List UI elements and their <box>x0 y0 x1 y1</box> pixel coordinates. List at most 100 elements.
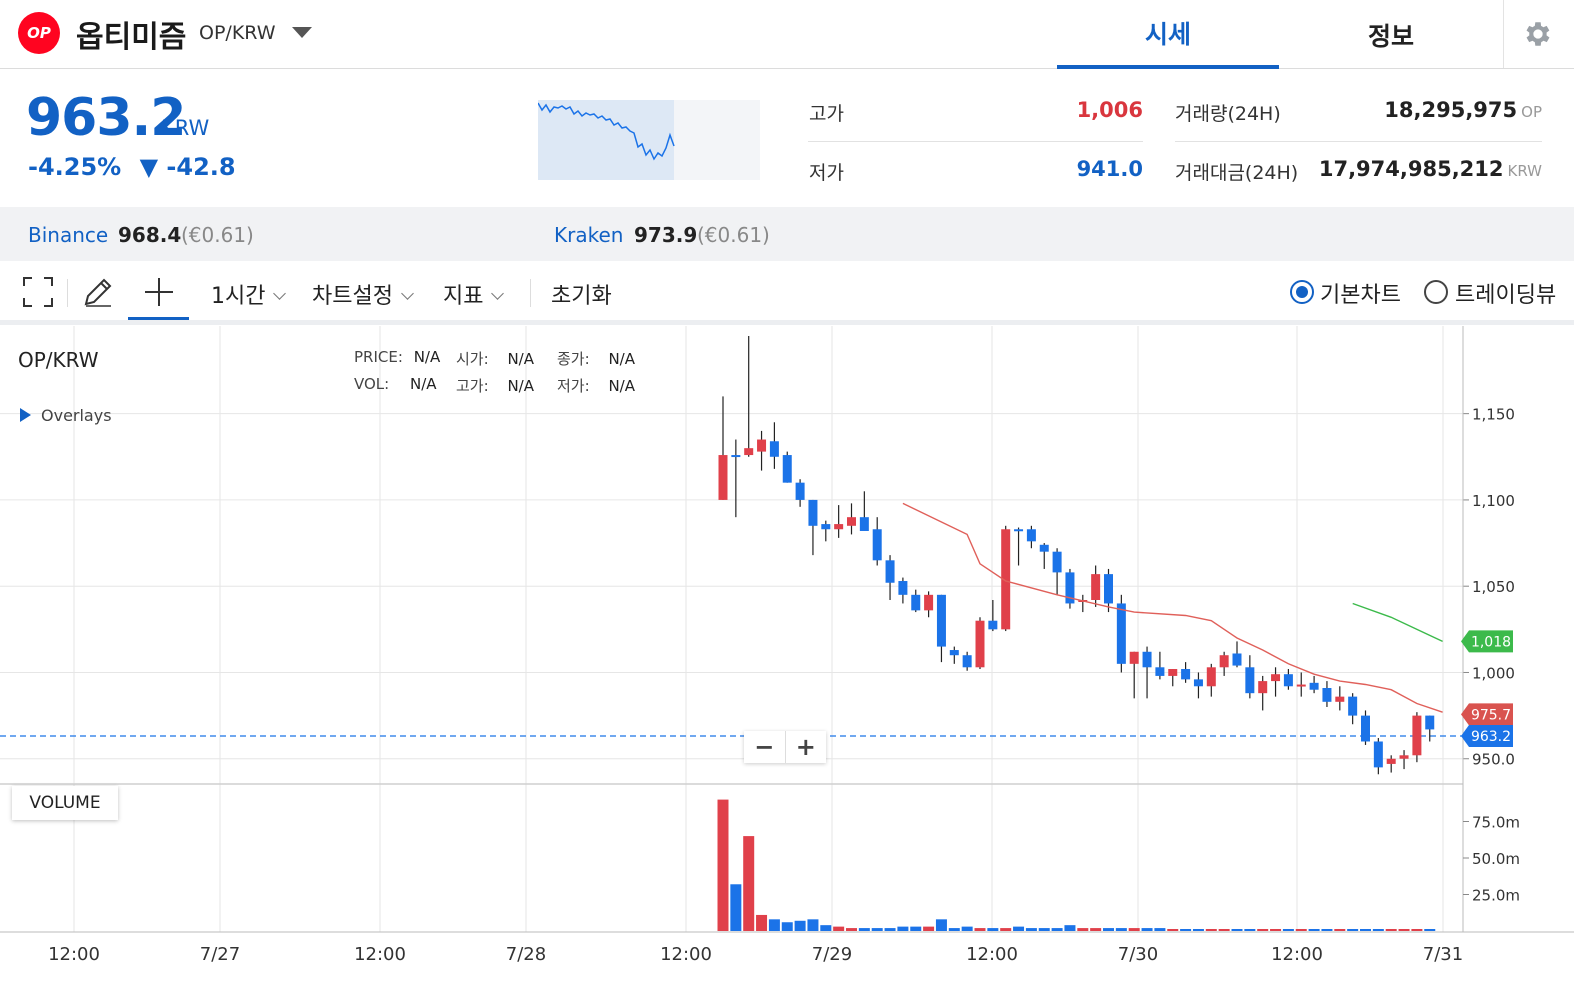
candle-body <box>975 620 985 668</box>
zoom-out-button[interactable]: − <box>744 731 785 763</box>
chart-settings-select[interactable]: 차트설정 <box>312 278 414 310</box>
high-label: 고가 <box>809 103 844 125</box>
volume-bar <box>846 928 857 931</box>
mini-price-chart <box>538 100 760 180</box>
low-label: 저가 <box>809 162 844 184</box>
candle-body <box>808 499 818 526</box>
volume-bar <box>820 925 832 931</box>
volume-bar <box>781 922 793 931</box>
volume-bar <box>1167 929 1179 931</box>
candle-body <box>1335 696 1345 702</box>
radio-tradingview[interactable] <box>1424 280 1448 304</box>
volume-label: 거래량(24H) <box>1175 103 1281 125</box>
candle-body <box>872 529 882 561</box>
volume-bar <box>923 926 935 931</box>
volume-bar <box>1372 929 1384 931</box>
volume-bar <box>1064 925 1076 931</box>
y-tick-label: 1,050 <box>1472 578 1515 596</box>
pencil-icon[interactable] <box>81 275 115 309</box>
pair-dropdown-icon[interactable] <box>292 27 312 38</box>
candle-body <box>1283 674 1293 687</box>
change-amount: ▼ -42.8 <box>139 153 236 181</box>
volume-bar <box>717 799 729 931</box>
legend-high: 고가: N/A <box>456 375 534 396</box>
volume-unit: OP <box>1521 103 1542 121</box>
legend-label: 종가: <box>557 350 590 368</box>
chart-area[interactable]: 12:00 7/27 12:00 7/28 12:00 7/29 12:00 7/30 12:0… <box>0 326 1574 982</box>
tab-price[interactable]: 시세 <box>1057 0 1279 69</box>
volume-bar <box>768 919 780 931</box>
volume-bar <box>1128 928 1140 931</box>
coin-logo: OP <box>18 12 60 54</box>
candle-body <box>1232 653 1242 666</box>
x-tick-label: 12:00 <box>966 944 1018 965</box>
radio-basic-chart[interactable] <box>1290 280 1314 304</box>
radio-tradingview-label[interactable]: 트레이딩뷰 <box>1455 277 1556 309</box>
candle-body <box>1014 529 1024 532</box>
divider <box>808 141 1143 142</box>
tab-info[interactable]: 정보 <box>1280 0 1502 69</box>
volume-number: 18,295,975 <box>1384 98 1518 122</box>
reset-button[interactable]: 초기화 <box>551 278 612 310</box>
chart-toolbar: 1시간 차트설정 지표 초기화 기본차트 트레이딩뷰 <box>0 261 1574 325</box>
radio-basic-chart-label[interactable]: 기본차트 <box>1320 277 1401 309</box>
crosshair-active-indicator <box>128 317 189 320</box>
volume-bar <box>1360 929 1371 931</box>
zoom-controls: − + <box>744 731 826 763</box>
legend-close: 종가: N/A <box>557 348 635 369</box>
x-tick-label: 7/28 <box>506 944 546 965</box>
price-unit: KRW <box>161 116 210 140</box>
chevron-down-icon <box>401 287 414 300</box>
volume-bar <box>1000 928 1012 931</box>
volume-bar <box>807 919 819 931</box>
amount-unit: KRW <box>1507 162 1542 180</box>
zoom-in-button[interactable]: + <box>784 731 827 763</box>
indicators-select[interactable]: 지표 <box>443 278 505 310</box>
legend-label: VOL: <box>354 375 390 393</box>
amount-value: 17,974,985,212 KRW <box>1300 157 1542 181</box>
candle-body <box>1348 696 1358 716</box>
gear-icon[interactable] <box>1522 18 1554 50</box>
volume-bar <box>858 928 870 931</box>
legend-label: 시가: <box>456 350 489 368</box>
candle-body <box>911 594 921 611</box>
overlays-label: Overlays <box>41 406 112 425</box>
candle-body <box>1245 667 1255 694</box>
crosshair-icon[interactable] <box>142 275 176 309</box>
price-chart[interactable]: 12:00 7/27 12:00 7/28 12:00 7/29 12:00 7/30 12:0… <box>0 326 1574 982</box>
volume-bar <box>1180 929 1192 931</box>
volume-bar <box>1025 928 1037 931</box>
volume-bar <box>743 836 755 931</box>
exchange-name[interactable]: Binance <box>28 223 108 247</box>
price-change: -4.25% ▼ -42.8 <box>28 153 236 181</box>
amount-number: 17,974,985,212 <box>1318 157 1504 181</box>
candle-body <box>885 560 895 583</box>
candle-body <box>1091 574 1101 600</box>
volume-bar <box>884 928 896 931</box>
volume-bar <box>935 919 947 931</box>
chevron-down-icon <box>491 287 505 300</box>
volume-bar <box>730 884 742 931</box>
volume-panel-label: VOLUME <box>12 786 118 820</box>
volume-bar <box>974 928 986 931</box>
candle-body <box>1309 682 1319 690</box>
volume-bar <box>756 914 768 931</box>
legend-value: N/A <box>413 348 441 366</box>
price-badge-label: 963.2 <box>1471 729 1511 745</box>
legend-volume: VOL: N/A <box>354 375 437 393</box>
candle-body <box>924 594 934 611</box>
exchange-price: 968.4 <box>118 223 182 247</box>
candle-body <box>718 455 728 500</box>
indicators-label: 지표 <box>443 284 484 309</box>
exchange-name[interactable]: Kraken <box>554 223 623 247</box>
volume-bar <box>1038 928 1050 931</box>
fullscreen-icon[interactable] <box>21 275 55 309</box>
x-tick-label: 12:00 <box>1271 944 1323 965</box>
overlays-toggle[interactable]: Overlays <box>20 406 112 425</box>
volume-tick-label: 50.0m <box>1472 850 1520 868</box>
volume-bar <box>871 928 883 931</box>
candle-body <box>1258 681 1268 694</box>
interval-select[interactable]: 1시간 <box>211 278 287 310</box>
volume-bar <box>1090 928 1102 931</box>
volume-bar <box>1103 928 1114 931</box>
